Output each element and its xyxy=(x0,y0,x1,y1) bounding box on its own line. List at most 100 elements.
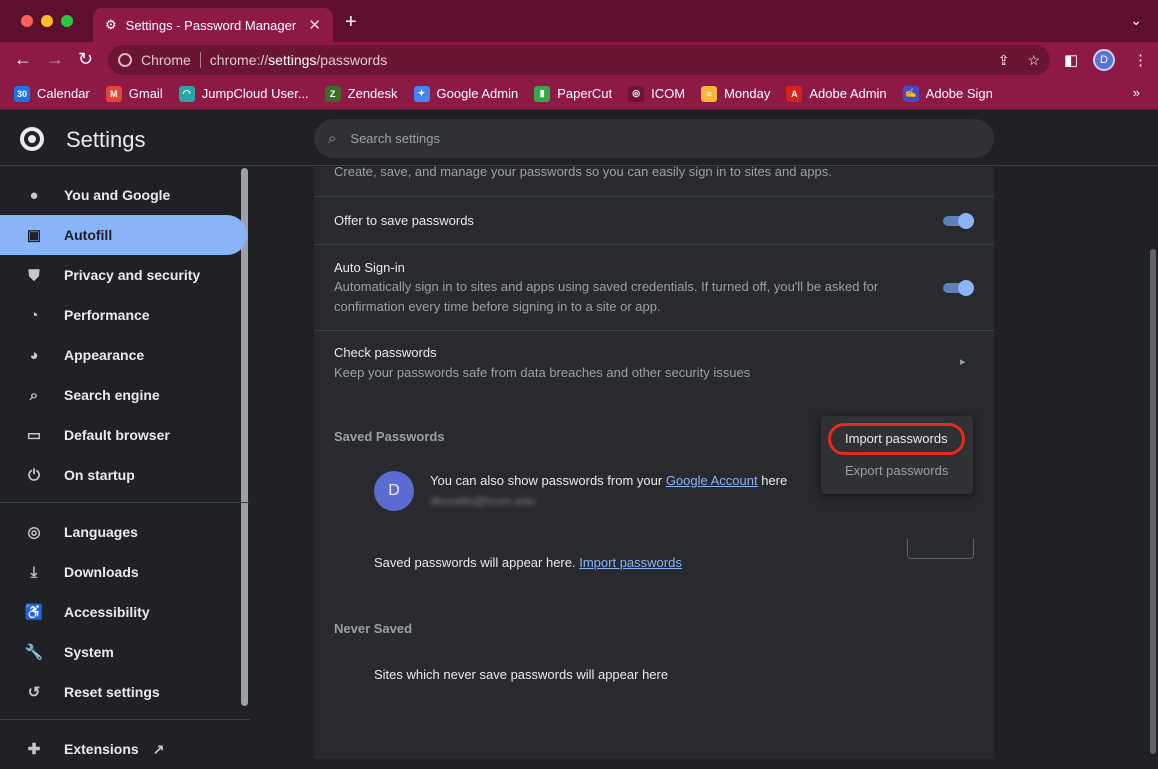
side-panel-icon[interactable]: ◧ xyxy=(1064,51,1078,69)
bookmark-label: PaperCut xyxy=(557,86,613,101)
bookmark-item[interactable]: ✍ Adobe Sign xyxy=(902,85,993,102)
search-icon: ⌕ xyxy=(328,130,337,147)
auto-signin-desc-2: confirmation every time before signing i… xyxy=(334,299,661,314)
share-icon[interactable]: ⇪ xyxy=(998,52,1010,69)
sidebar-item-label: Default browser xyxy=(64,427,170,443)
auto-signin-label: Auto Sign-in xyxy=(334,260,405,275)
sidebar-item-label: You and Google xyxy=(64,187,171,203)
auto-signin-desc-1: Automatically sign in to sites and apps … xyxy=(334,279,879,294)
bookmark-item[interactable]: ✦ Google Admin xyxy=(413,85,518,102)
sidebar-item-label: Languages xyxy=(64,524,138,540)
bookmark-item[interactable]: ◎ ICOM xyxy=(628,85,685,102)
bookmark-item[interactable]: ◠ JumpCloud User... xyxy=(178,85,309,102)
intro-text: Create, save, and manage your passwords … xyxy=(334,164,832,179)
sidebar-item-languages[interactable]: ◎ Languages xyxy=(0,512,247,552)
reload-button[interactable]: ↻ xyxy=(78,49,93,70)
saved-passwords-heading: Saved Passwords xyxy=(334,429,445,444)
export-passwords-menu-item[interactable]: Export passwords xyxy=(821,455,973,485)
bookmark-item[interactable]: M Gmail xyxy=(105,85,163,102)
bookmark-label: Gmail xyxy=(128,86,163,101)
tab-settings[interactable]: ⚙ Settings - Password Manager ✕ xyxy=(93,8,333,42)
url-path: /passwords xyxy=(316,52,388,68)
sidebar-item-privacy-and-security[interactable]: ⛊ Privacy and security xyxy=(0,255,247,295)
more-menu-icon[interactable]: ⋮ xyxy=(1133,51,1148,69)
new-tab-button[interactable]: + xyxy=(345,11,357,34)
speedometer-icon: ◔ xyxy=(29,306,39,324)
browser-toolbar: ← → ↻ Chrome chrome:// settings /passwor… xyxy=(0,42,1158,78)
calendar-icon: 30 xyxy=(14,85,30,102)
import-passwords-link[interactable]: Import passwords xyxy=(579,555,682,570)
bookmark-item[interactable]: A Adobe Admin xyxy=(786,85,887,102)
page-scrollbar[interactable] xyxy=(1150,249,1156,754)
never-saved-heading: Never Saved xyxy=(334,621,413,636)
account-text-after: here xyxy=(757,473,788,488)
sidebar: ● You and Google ▣ Autofill ⛊ Privacy and sec… xyxy=(0,167,250,759)
check-passwords-row[interactable]: Check passwords Keep your passwords safe… xyxy=(314,331,994,391)
divider xyxy=(314,196,994,197)
zendesk-icon: Z xyxy=(324,85,341,102)
url-host: settings xyxy=(268,52,317,68)
close-window-button[interactable] xyxy=(21,15,33,27)
person-icon: ● xyxy=(29,186,39,204)
settings-search[interactable]: ⌕ xyxy=(314,119,994,158)
bookmarks-overflow-button[interactable]: » xyxy=(1133,85,1140,100)
offer-to-save-label: Offer to save passwords xyxy=(334,213,474,228)
sidebar-item-default-browser[interactable]: ▭ Default browser xyxy=(0,415,247,455)
auto-signin-toggle[interactable] xyxy=(943,280,974,296)
chrome-site-icon xyxy=(118,53,132,67)
bookmark-star-icon[interactable]: ☆ xyxy=(1027,52,1040,69)
sidebar-item-on-startup[interactable]: ⏻ On startup xyxy=(0,455,247,495)
close-icon[interactable]: ✕ xyxy=(308,16,321,34)
puzzle-icon: ✚ xyxy=(27,741,41,758)
minimize-window-button[interactable] xyxy=(41,15,53,27)
chevron-down-icon[interactable]: ⌄ xyxy=(1130,12,1142,29)
search-input[interactable] xyxy=(350,131,951,146)
sidebar-item-label: System xyxy=(64,644,114,660)
monday-icon: ≈ xyxy=(701,85,718,102)
bookmark-item[interactable]: Z Zendesk xyxy=(324,85,398,102)
offer-to-save-toggle[interactable] xyxy=(943,213,974,229)
search-icon: ⌕ xyxy=(29,386,39,404)
saved-passwords-empty: Saved passwords will appear here. Import… xyxy=(374,555,682,570)
sidebar-item-reset-settings[interactable]: ↺ Reset settings xyxy=(0,672,247,712)
sidebar-item-accessibility[interactable]: ♿ Accessibility xyxy=(0,592,247,632)
power-icon: ⏻ xyxy=(28,466,40,484)
adobe-icon: A xyxy=(786,85,803,102)
forward-button[interactable]: → xyxy=(46,49,64,70)
google-admin-icon: ✦ xyxy=(413,85,430,102)
wrench-icon: 🔧 xyxy=(24,644,44,661)
sidebar-item-you-and-google[interactable]: ● You and Google xyxy=(0,175,247,215)
sidebar-item-label: Search engine xyxy=(64,387,160,403)
sidebar-item-label: Extensions xyxy=(64,741,139,757)
sidebar-item-label: Appearance xyxy=(64,347,145,363)
check-passwords-label: Check passwords xyxy=(334,345,437,360)
bookmark-item[interactable]: ▮ PaperCut xyxy=(534,85,613,102)
address-bar[interactable]: Chrome chrome:// settings /passwords ⇪ ☆ xyxy=(108,45,1050,75)
highlight-annotation xyxy=(828,423,965,455)
sidebar-item-label: On startup xyxy=(64,467,135,483)
bookmark-label: Adobe Sign xyxy=(925,86,993,101)
sidebar-item-appearance[interactable]: ◕ Appearance xyxy=(0,335,247,375)
sidebar-item-performance[interactable]: ◔ Performance xyxy=(0,295,247,335)
divider xyxy=(314,244,994,245)
sidebar-item-label: Downloads xyxy=(64,564,139,580)
bookmark-label: Calendar xyxy=(37,86,90,101)
sidebar-item-autofill[interactable]: ▣ Autofill xyxy=(0,215,247,255)
bookmark-item[interactable]: 30 Calendar xyxy=(14,85,90,102)
account-avatar: D xyxy=(374,471,414,511)
sidebar-item-search-engine[interactable]: ⌕ Search engine xyxy=(0,375,247,415)
show-passwords-button[interactable] xyxy=(907,539,974,559)
sidebar-item-extensions[interactable]: ✚ Extensions ↗ xyxy=(0,729,247,769)
window-titlebar: ⚙ Settings - Password Manager ✕ + ⌄ xyxy=(0,0,1158,42)
sidebar-item-system[interactable]: 🔧 System xyxy=(0,632,247,672)
sidebar-item-label: Accessibility xyxy=(64,604,150,620)
profile-avatar[interactable]: D xyxy=(1093,49,1115,71)
external-link-icon: ↗ xyxy=(152,740,165,757)
back-button[interactable]: ← xyxy=(14,49,32,70)
bookmark-item[interactable]: ≈ Monday xyxy=(701,85,770,102)
google-account-link[interactable]: Google Account xyxy=(666,473,758,488)
sidebar-item-downloads[interactable]: ⤓ Downloads xyxy=(0,552,247,592)
bookmarks-bar: 30 Calendar M Gmail ◠ JumpCloud User... Z Zende… xyxy=(0,78,1158,110)
url-prefix: chrome:// xyxy=(209,52,269,68)
zoom-window-button[interactable] xyxy=(61,15,73,27)
